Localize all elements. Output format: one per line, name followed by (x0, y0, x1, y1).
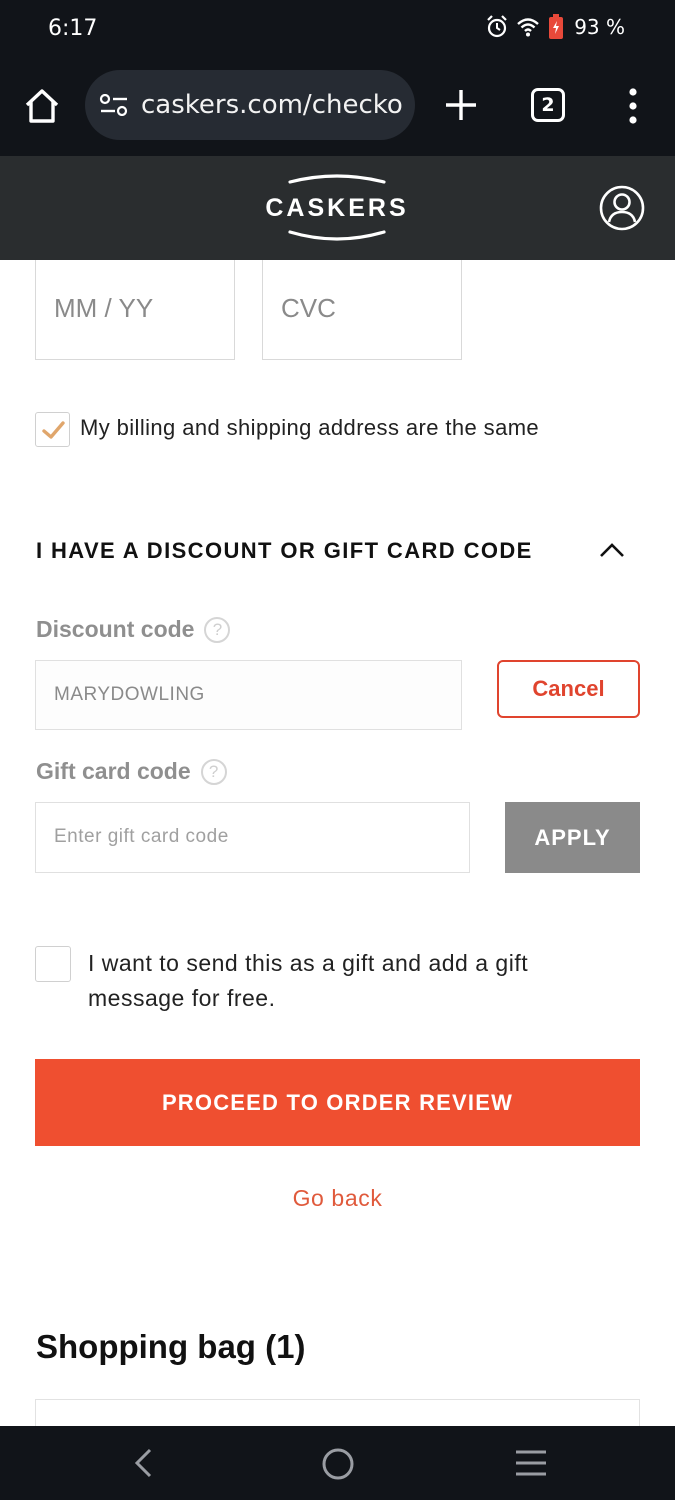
gift-checkbox[interactable] (35, 946, 71, 982)
status-time: 6:17 (48, 16, 98, 41)
checkout-content: MM / YY CVC My billing and shipping addr… (0, 260, 675, 1426)
home-circle-icon[interactable] (321, 1447, 355, 1481)
caskers-logo[interactable]: CASKERS (262, 170, 412, 246)
logo-text: CASKERS (265, 194, 409, 222)
cancel-button[interactable]: Cancel (497, 660, 640, 718)
discount-code-label-row: Discount code? (36, 616, 231, 643)
expiry-placeholder: MM / YY (54, 293, 154, 323)
discount-section-title[interactable]: I HAVE A DISCOUNT OR GIFT CARD CODE (36, 538, 533, 564)
url-text: caskers.com/checko (141, 90, 403, 120)
chevron-up-icon[interactable] (598, 540, 626, 560)
account-icon[interactable] (598, 184, 646, 232)
more-menu-icon[interactable] (620, 86, 646, 126)
battery-percent: 93 % (574, 15, 625, 39)
help-icon[interactable]: ? (200, 759, 227, 785)
back-icon[interactable] (130, 1446, 158, 1480)
browser-toolbar: caskers.com/checko 2 (0, 56, 675, 156)
expiry-field[interactable]: MM / YY (35, 260, 235, 360)
system-nav-bar (0, 1426, 675, 1500)
shopping-bag-title: Shopping bag (1) (36, 1328, 306, 1365)
address-bar[interactable]: caskers.com/checko (85, 70, 415, 140)
billing-same-label: My billing and shipping address are the … (80, 415, 540, 440)
logo-arc-top (288, 174, 386, 184)
help-icon[interactable]: ? (204, 617, 231, 643)
apply-button[interactable]: APPLY (505, 802, 640, 873)
new-tab-icon[interactable] (442, 86, 480, 124)
go-back-link[interactable]: Go back (0, 1185, 675, 1212)
tab-switcher-button[interactable]: 2 (531, 88, 565, 122)
gift-card-input[interactable]: Enter gift card code (35, 802, 470, 873)
checkmark-icon (42, 421, 65, 439)
gift-card-label-row: Gift card code? (36, 758, 227, 785)
home-icon[interactable] (22, 86, 62, 126)
status-icons: 93 % (486, 14, 625, 40)
gift-message-label: I want to send this as a gift and add a … (88, 950, 529, 1011)
site-settings-icon[interactable] (99, 94, 129, 116)
cvc-placeholder: CVC (281, 293, 336, 323)
battery-icon (549, 14, 564, 39)
proceed-to-order-review-button[interactable]: PROCEED TO ORDER REVIEW (35, 1059, 640, 1146)
discount-code-input[interactable]: MARYDOWLING (35, 660, 462, 730)
site-header: CASKERS (0, 156, 675, 260)
billing-same-checkbox[interactable] (35, 412, 70, 447)
logo-arc-bottom (288, 230, 386, 241)
alarm-icon (487, 15, 507, 38)
shopping-bag-card (35, 1399, 640, 1426)
billing-same-row: My billing and shipping address are the … (35, 412, 655, 448)
status-bar: 6:17 93 % (0, 0, 675, 56)
wifi-icon (517, 18, 539, 37)
cvc-field[interactable]: CVC (262, 260, 462, 360)
gift-card-label: Gift card code (36, 758, 191, 784)
recent-apps-icon[interactable] (514, 1448, 548, 1478)
discount-code-label: Discount code (36, 616, 195, 642)
